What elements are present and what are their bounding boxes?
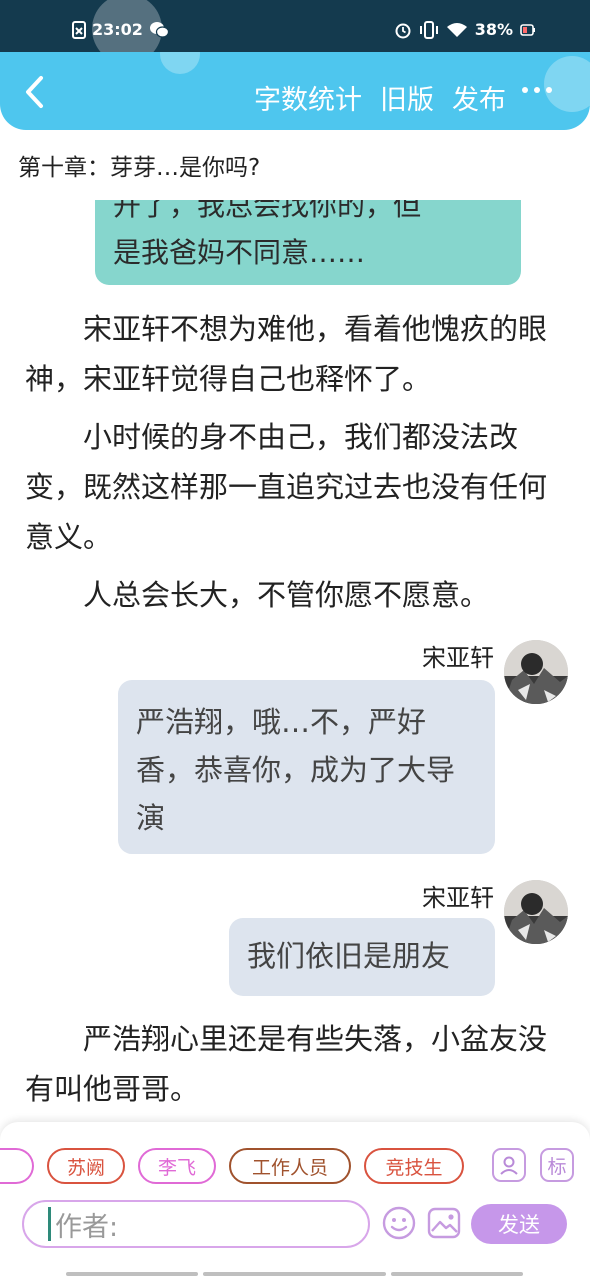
bubble-text-line: 开了，我总会找你的，但 bbox=[113, 200, 422, 222]
wifi-icon bbox=[446, 22, 468, 38]
alarm-icon bbox=[394, 21, 412, 39]
wechat-icon bbox=[149, 21, 169, 39]
chat-bubble[interactable]: 严浩翔，哦…不，严好香，恭喜你，成为了大导演 bbox=[118, 680, 495, 854]
file-x-icon bbox=[72, 20, 86, 39]
character-chip[interactable]: 竞技生 bbox=[364, 1148, 464, 1184]
partial-chat-bubble[interactable]: 开了，我总会找你的，但 是我爸妈不同意…… bbox=[95, 200, 521, 285]
send-button[interactable]: 发送 bbox=[471, 1204, 567, 1244]
more-dots-icon[interactable] bbox=[522, 87, 552, 93]
chat-bubble-text: 严浩翔，哦…不，严好香，恭喜你，成为了大导演 bbox=[136, 705, 456, 835]
bubble-text-line: 是我爸妈不同意…… bbox=[113, 236, 366, 269]
back-button[interactable] bbox=[16, 74, 52, 110]
story-paragraph: 小时候的身不由己，我们都没法改变，既然这样那一直追究过去也没有任何意义。 bbox=[25, 412, 565, 562]
word-count-button[interactable]: 字数统计 bbox=[254, 78, 362, 117]
character-manager-button[interactable] bbox=[492, 1148, 526, 1182]
character-chip[interactable]: 苏阙 bbox=[47, 1148, 125, 1184]
battery-percent: 38% bbox=[474, 20, 513, 39]
tag-label: 标 bbox=[547, 1155, 567, 1178]
avatar[interactable] bbox=[504, 880, 568, 944]
input-panel: 苏阙 李飞 工作人员 竞技生 标 作者: 发送 bbox=[0, 1122, 590, 1280]
image-button[interactable] bbox=[425, 1204, 463, 1242]
vibrate-icon bbox=[419, 20, 439, 39]
story-paragraph: 宋亚轩不想为难他，看着他愧疚的眼神，宋亚轩觉得自己也释怀了。 bbox=[25, 304, 565, 404]
author-placeholder: 作者: bbox=[55, 1211, 119, 1243]
text-caret bbox=[48, 1207, 51, 1241]
paragraph-text: 人总会长大，不管你愿不愿意。 bbox=[83, 578, 490, 612]
nav-hint bbox=[66, 1272, 198, 1276]
decorative-bubble bbox=[160, 52, 200, 74]
author-input[interactable]: 作者: bbox=[22, 1200, 370, 1248]
nav-hint bbox=[391, 1272, 523, 1276]
smiley-icon bbox=[382, 1206, 416, 1240]
avatar[interactable] bbox=[504, 640, 568, 704]
person-icon bbox=[500, 1156, 518, 1175]
status-time: 23:02 bbox=[92, 20, 143, 39]
character-chip[interactable]: 李飞 bbox=[138, 1148, 216, 1184]
emoji-button[interactable] bbox=[380, 1204, 418, 1242]
chapter-title: 第十章：芽芽…是你吗? bbox=[18, 155, 261, 181]
publish-button[interactable]: 发布 bbox=[452, 78, 506, 117]
nav-hint bbox=[203, 1272, 386, 1276]
status-bar: 23:02 38% bbox=[0, 0, 590, 64]
story-paragraph: 人总会长大，不管你愿不愿意。 bbox=[25, 570, 565, 620]
paragraph-text: 小时候的身不由己，我们都没法改变，既然这样那一直追究过去也没有任何意义。 bbox=[25, 420, 548, 554]
paragraph-text: 宋亚轩不想为难他，看着他愧疚的眼神，宋亚轩觉得自己也释怀了。 bbox=[25, 312, 548, 396]
image-icon bbox=[427, 1207, 461, 1239]
speaker-name: 宋亚轩 bbox=[422, 884, 494, 912]
chat-bubble-text: 我们依旧是朋友 bbox=[247, 939, 451, 973]
old-version-button[interactable]: 旧版 bbox=[380, 78, 434, 117]
character-chip[interactable]: 工作人员 bbox=[229, 1148, 351, 1184]
chat-bubble[interactable]: 我们依旧是朋友 bbox=[229, 918, 495, 996]
story-content[interactable]: 开了，我总会找你的，但 是我爸妈不同意…… 宋亚轩不想为难他，看着他愧疚的眼神，… bbox=[0, 200, 590, 1120]
speaker-name: 宋亚轩 bbox=[422, 644, 494, 672]
chevron-left-icon bbox=[26, 76, 43, 108]
paragraph-text: 严浩翔心里还是有些失落，小盆友没有叫他哥哥。 bbox=[25, 1022, 548, 1106]
story-paragraph: 严浩翔心里还是有些失落，小盆友没有叫他哥哥。 bbox=[25, 1014, 565, 1114]
app-header: 字数统计 旧版 发布 bbox=[0, 52, 590, 130]
tag-button[interactable]: 标 bbox=[540, 1148, 574, 1182]
character-chip-partial[interactable] bbox=[0, 1148, 34, 1184]
battery-icon bbox=[520, 23, 536, 36]
decorative-bubble bbox=[544, 56, 590, 112]
